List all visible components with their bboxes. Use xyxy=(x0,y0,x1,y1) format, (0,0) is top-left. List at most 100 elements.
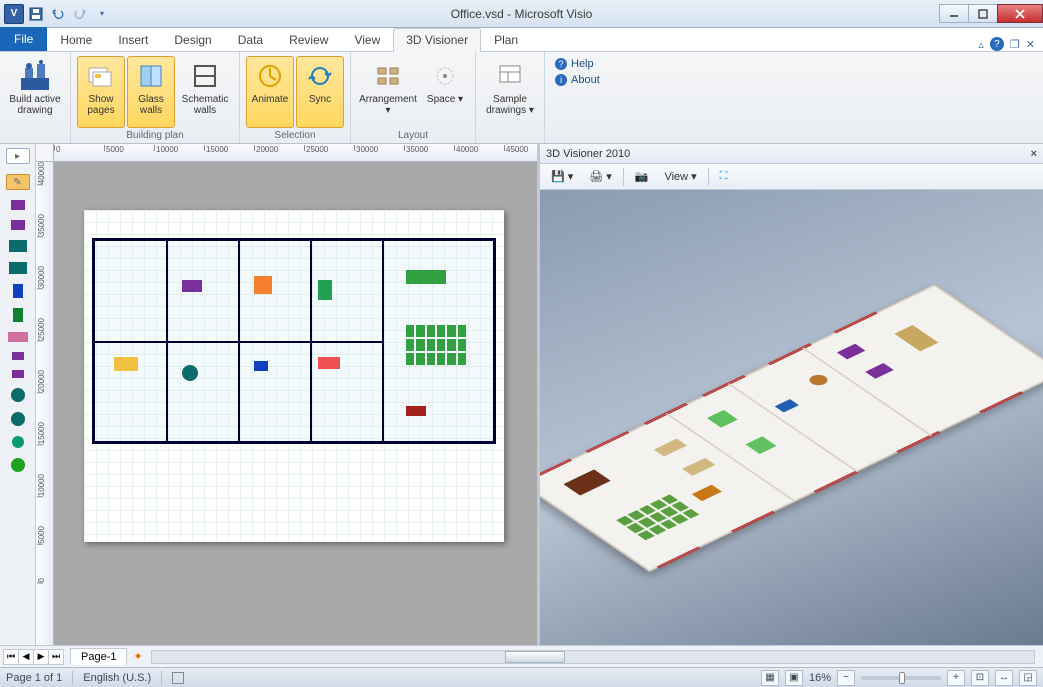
zoom-slider[interactable] xyxy=(861,676,941,680)
sample-drawings-button[interactable]: Sample drawings ▾ xyxy=(482,56,538,128)
ribbon-tab-data[interactable]: Data xyxy=(225,28,276,51)
ruler-tick: 10000 xyxy=(154,145,178,151)
stencil-round-teal[interactable] xyxy=(11,388,25,402)
minimize-ribbon-icon[interactable]: ▵ xyxy=(978,38,984,51)
ribbon-tab-view[interactable]: View xyxy=(341,28,393,51)
stencil-panel: ▸ ✎ xyxy=(0,144,36,645)
visioner-pane: 3D Visioner 2010 × 💾▾ 🖨▾ 📷 View ▾ ⛶ xyxy=(537,144,1043,645)
new-page-icon[interactable]: ✦ xyxy=(133,650,142,663)
stencil-table-teal-2[interactable] xyxy=(9,262,27,274)
maximize-button[interactable] xyxy=(968,4,998,23)
stencil-toggle-button[interactable]: ▸ xyxy=(6,148,30,164)
view-fullscreen-button[interactable]: ▣ xyxy=(785,670,803,686)
ribbon-group-selection: Animate Sync Selection xyxy=(240,52,351,143)
canvas-area[interactable] xyxy=(54,162,537,645)
ruler-tick: 30000 xyxy=(37,266,43,289)
page-first-button[interactable]: ⏮ xyxy=(3,649,19,665)
stencil-table-teal[interactable] xyxy=(9,240,27,252)
ruler-tick: 5000 xyxy=(37,526,43,545)
stencil-cabinet-blue[interactable] xyxy=(13,284,23,298)
scroll-thumb[interactable] xyxy=(505,651,565,663)
stencil-sofa-pink[interactable] xyxy=(8,332,28,342)
visioner-save-button[interactable]: 💾▾ xyxy=(544,167,580,186)
ruler-tick: 10000 xyxy=(37,474,43,497)
show-pages-button[interactable]: Show pages xyxy=(77,56,125,128)
tabstrip-right: ▵ ? ❐ ✕ xyxy=(978,37,1043,51)
zoom-level[interactable]: 16% xyxy=(809,672,831,684)
window-close-small-icon[interactable]: ✕ xyxy=(1026,38,1035,51)
group-label-building-plan: Building plan xyxy=(77,128,233,141)
ruler-tick: 45000 xyxy=(504,145,528,151)
minimize-button[interactable] xyxy=(939,4,969,23)
zoom-knob[interactable] xyxy=(899,672,905,684)
ruler-horizontal[interactable]: 0500010000150002000025000300003500040000… xyxy=(54,144,537,162)
stencil-search-icon[interactable]: ✎ xyxy=(6,174,30,190)
zoom-out-button[interactable]: − xyxy=(837,670,855,686)
ribbon-tab-plan[interactable]: Plan xyxy=(481,28,531,51)
build-active-drawing-button[interactable]: Build active drawing xyxy=(6,56,64,128)
macro-record-icon[interactable] xyxy=(172,672,184,684)
stencil-round-teal-2[interactable] xyxy=(11,412,25,426)
page-prev-button[interactable]: ◀ xyxy=(18,649,34,665)
fit-width-button[interactable]: ↔ xyxy=(995,670,1013,686)
sync-button[interactable]: Sync xyxy=(296,56,344,128)
horizontal-scrollbar[interactable] xyxy=(151,650,1035,664)
glass-walls-button[interactable]: Glass walls xyxy=(127,56,175,128)
ribbon-tab-design[interactable]: Design xyxy=(161,28,224,51)
stencil-chair-purple-2[interactable] xyxy=(12,370,24,378)
stencil-chair-purple[interactable] xyxy=(12,352,24,360)
visioner-titlebar: 3D Visioner 2010 × xyxy=(540,144,1043,164)
stencil-desk-purple-2[interactable] xyxy=(11,220,25,230)
space-label: Space ▾ xyxy=(427,94,463,105)
visioner-camera-button[interactable]: 📷 xyxy=(628,167,656,186)
fit-page-button[interactable]: ⊡ xyxy=(971,670,989,686)
stencil-desk-purple[interactable] xyxy=(11,200,25,210)
app-icon[interactable]: V xyxy=(4,4,24,24)
zoom-in-button[interactable]: + xyxy=(947,670,965,686)
animate-button[interactable]: Animate xyxy=(246,56,294,128)
about-link[interactable]: iAbout xyxy=(555,74,600,86)
stencil-plant-green[interactable] xyxy=(11,458,25,472)
save-icon: 💾 xyxy=(551,170,565,183)
file-tab[interactable]: File xyxy=(0,27,47,51)
titlebar: V ▾ Office.vsd - Microsoft Visio xyxy=(0,0,1043,28)
qat-customize-icon[interactable]: ▾ xyxy=(92,4,112,24)
page-last-button[interactable]: ⏭ xyxy=(48,649,64,665)
ruler-tick: 20000 xyxy=(254,145,278,151)
ruler-tick: 0 xyxy=(54,145,60,151)
visioner-close-button[interactable]: × xyxy=(1031,148,1037,160)
ribbon-tab-review[interactable]: Review xyxy=(276,28,341,51)
window-restore-icon[interactable]: ❐ xyxy=(1010,38,1020,51)
sample-drawings-label: Sample drawings ▾ xyxy=(485,94,535,116)
drawing-page[interactable] xyxy=(84,210,504,542)
visioner-3d-viewport[interactable] xyxy=(540,190,1043,645)
ribbon-tab-3d-visioner[interactable]: 3D Visioner xyxy=(393,28,481,52)
arrangement-button[interactable]: Arrangement ▾ xyxy=(357,56,419,128)
ribbon-tab-home[interactable]: Home xyxy=(47,28,105,51)
sync-icon xyxy=(304,60,336,92)
ribbon-tab-insert[interactable]: Insert xyxy=(105,28,161,51)
undo-icon[interactable] xyxy=(48,4,68,24)
ruler-vertical[interactable]: 4000035000300002500020000150001000050000 xyxy=(36,162,54,645)
page-tab-1[interactable]: Page-1 xyxy=(70,648,127,665)
view-normal-button[interactable]: ▦ xyxy=(761,670,779,686)
glass-walls-label: Glass walls xyxy=(130,94,172,116)
help-icon[interactable]: ? xyxy=(990,37,1004,51)
page-next-button[interactable]: ▶ xyxy=(33,649,49,665)
space-icon xyxy=(429,60,461,92)
help-link[interactable]: ?Help xyxy=(555,58,600,70)
switch-windows-button[interactable]: ◲ xyxy=(1019,670,1037,686)
language-info[interactable]: English (U.S.) xyxy=(83,672,151,684)
visioner-print-button[interactable]: 🖨▾ xyxy=(582,167,619,186)
visioner-fullscreen-button[interactable]: ⛶ xyxy=(713,167,735,186)
close-button[interactable] xyxy=(997,4,1043,23)
visioner-view-button[interactable]: View ▾ xyxy=(657,167,703,186)
ruler-tick: 15000 xyxy=(37,422,43,445)
schematic-walls-button[interactable]: Schematic walls xyxy=(177,56,233,128)
stencil-plant-teal[interactable] xyxy=(12,436,24,448)
redo-icon[interactable] xyxy=(70,4,90,24)
stencil-cabinet-green[interactable] xyxy=(13,308,23,322)
save-icon[interactable] xyxy=(26,4,46,24)
floorplan xyxy=(92,238,496,444)
space-button[interactable]: Space ▾ xyxy=(421,56,469,128)
